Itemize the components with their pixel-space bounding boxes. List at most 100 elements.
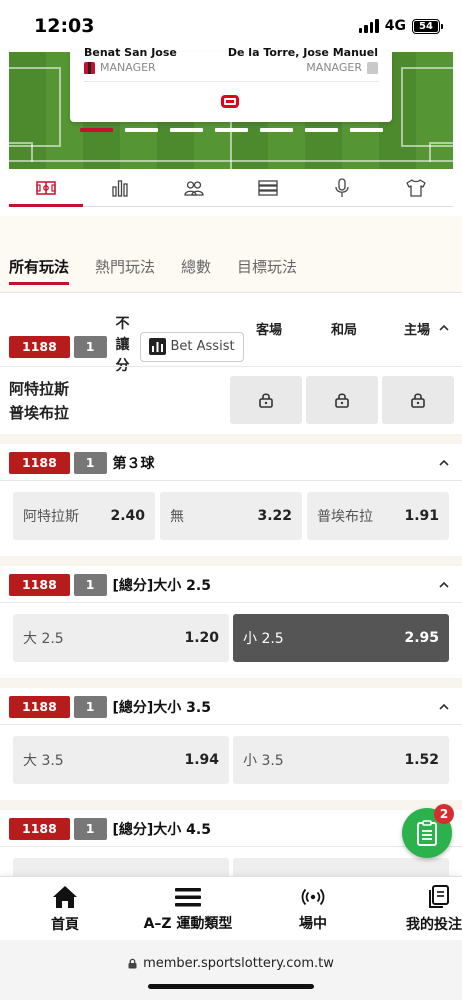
- carousel-dot[interactable]: [80, 128, 113, 132]
- market-header-total-3-5[interactable]: 1188 1 [總分]大小 3.5: [9, 696, 211, 718]
- browser-url-bar: member.sportslottery.com.tw: [0, 940, 462, 1000]
- odd-button[interactable]: 無 3.22: [160, 492, 302, 540]
- tab-totals[interactable]: 總數: [181, 250, 211, 282]
- odd-button[interactable]: [233, 858, 449, 876]
- odd-value: 1.94: [184, 752, 219, 768]
- odd-label: 普埃布拉: [317, 509, 373, 525]
- odd-button[interactable]: 普埃布拉 1.91: [307, 492, 449, 540]
- bet-assist-button[interactable]: Bet Assist: [139, 331, 244, 362]
- market-number: 1: [73, 818, 107, 840]
- tab-lineups[interactable]: [379, 169, 453, 206]
- stats-bars-icon: [112, 179, 128, 197]
- url-display[interactable]: member.sportslottery.com.tw: [0, 956, 462, 971]
- chevron-up-icon[interactable]: [438, 701, 450, 713]
- tab-players[interactable]: [157, 169, 231, 206]
- tab-popular-bets[interactable]: 熱門玩法: [95, 250, 155, 282]
- nav-home[interactable]: 首頁: [40, 877, 90, 941]
- lock-icon: [411, 393, 425, 408]
- battery-level: 54: [414, 20, 438, 32]
- market-header-total-4-5[interactable]: 1188 1 [總分]大小 4.5: [9, 818, 211, 840]
- odd-value: 1.20: [184, 630, 219, 646]
- pitch-icon: [36, 180, 56, 195]
- status-indicators: 4G 54: [358, 18, 443, 34]
- odd-value: 3.22: [257, 508, 292, 524]
- carousel-dot[interactable]: [170, 128, 203, 132]
- bet-slip-button[interactable]: 2: [402, 804, 454, 858]
- odd-value: 2.95: [404, 630, 439, 646]
- chevron-up-icon[interactable]: [438, 322, 450, 334]
- odd-label: 大 2.5: [23, 631, 64, 647]
- players-icon: [184, 180, 204, 196]
- odd-label: 小 3.5: [243, 753, 284, 769]
- nav-live-label: 場中: [299, 915, 327, 932]
- odd-button[interactable]: 小 3.5 1.52: [233, 736, 449, 784]
- carousel-dot[interactable]: [260, 128, 293, 132]
- tv-icon[interactable]: [221, 95, 239, 108]
- status-time: 12:03: [34, 15, 95, 37]
- market-code: 1188: [9, 574, 70, 596]
- odd-button[interactable]: 阿特拉斯 2.40: [13, 492, 155, 540]
- tab-all-bets[interactable]: 所有玩法: [9, 250, 70, 285]
- home-manager-role: MANAGER: [100, 61, 156, 74]
- away-manager-name: De la Torre, Jose Manuel: [227, 46, 378, 59]
- team-home-name: 普埃布拉: [9, 404, 70, 422]
- tab-list[interactable]: [231, 169, 305, 206]
- odd-draw-locked[interactable]: [306, 376, 378, 424]
- market-number: 1: [73, 452, 107, 474]
- market-code: 1188: [9, 818, 70, 840]
- microphone-icon: [335, 177, 349, 197]
- tab-commentary[interactable]: [305, 169, 379, 206]
- lock-icon: [128, 958, 137, 969]
- market-number: 1: [73, 574, 107, 596]
- tab-pitch[interactable]: [9, 169, 83, 207]
- tab-stats[interactable]: [83, 169, 157, 206]
- nav-sports-a-z[interactable]: A–Z 運動類型: [130, 877, 246, 941]
- chevron-up-icon[interactable]: [438, 579, 450, 591]
- market-number: 1: [73, 335, 107, 358]
- nav-my-bets[interactable]: 我的投注: [400, 877, 462, 941]
- odd-home-locked[interactable]: [382, 376, 454, 424]
- market-number: 1: [73, 696, 107, 718]
- odd-label: 阿特拉斯: [23, 509, 79, 525]
- carousel-dot[interactable]: [305, 128, 338, 132]
- market-code: 1188: [9, 452, 70, 474]
- odd-button[interactable]: 大 3.5 1.94: [13, 736, 229, 784]
- carousel-dot[interactable]: [350, 128, 383, 132]
- market-header-third-goal[interactable]: 1188 1 第３球: [9, 452, 155, 474]
- carousel-dot[interactable]: [215, 128, 248, 132]
- market-title: 第３球: [112, 456, 155, 472]
- market-title: 不讓分: [115, 316, 130, 374]
- chevron-up-icon[interactable]: [438, 457, 450, 469]
- odd-value: 1.52: [404, 752, 439, 768]
- market-header-moneyline[interactable]: 1188 1 不讓分 Bet Assist: [9, 316, 244, 377]
- bet-slip-icon: [417, 820, 437, 846]
- url-text: member.sportslottery.com.tw: [143, 956, 334, 971]
- market-header-total-2-5[interactable]: 1188 1 [總分]大小 2.5: [9, 574, 211, 596]
- lock-icon: [259, 393, 273, 408]
- away-manager-role: MANAGER: [306, 61, 362, 74]
- managers-card: Benat San Jose De la Torre, Jose Manuel …: [70, 46, 392, 122]
- list-icon: [258, 179, 278, 196]
- carousel-indicator[interactable]: [80, 128, 383, 132]
- bet-assist-label: Bet Assist: [170, 339, 235, 354]
- odd-value: 2.40: [110, 508, 145, 524]
- bar-chart-icon: [148, 338, 166, 355]
- odd-button[interactable]: [13, 858, 229, 876]
- home-shirt-icon: [84, 61, 95, 74]
- odd-away-locked[interactable]: [230, 376, 302, 424]
- live-broadcast-icon: [301, 888, 325, 905]
- odd-label: 小 2.5: [243, 631, 284, 647]
- carousel-dot[interactable]: [125, 128, 158, 132]
- copy-bets-icon: [429, 884, 449, 908]
- market-title: [總分]大小 2.5: [112, 578, 211, 594]
- nav-live[interactable]: 場中: [290, 877, 336, 941]
- odd-label: 無: [170, 509, 184, 525]
- column-home: 主場: [404, 323, 431, 338]
- column-away: 客場: [256, 323, 283, 338]
- odd-value: 1.91: [404, 508, 439, 524]
- tab-goal-bets[interactable]: 目標玩法: [237, 250, 297, 282]
- odd-button[interactable]: 大 2.5 1.20: [13, 614, 229, 662]
- match-info-tabs: [9, 169, 453, 207]
- section-spacer: [0, 216, 462, 240]
- odd-button-selected[interactable]: 小 2.5 2.95: [233, 614, 449, 662]
